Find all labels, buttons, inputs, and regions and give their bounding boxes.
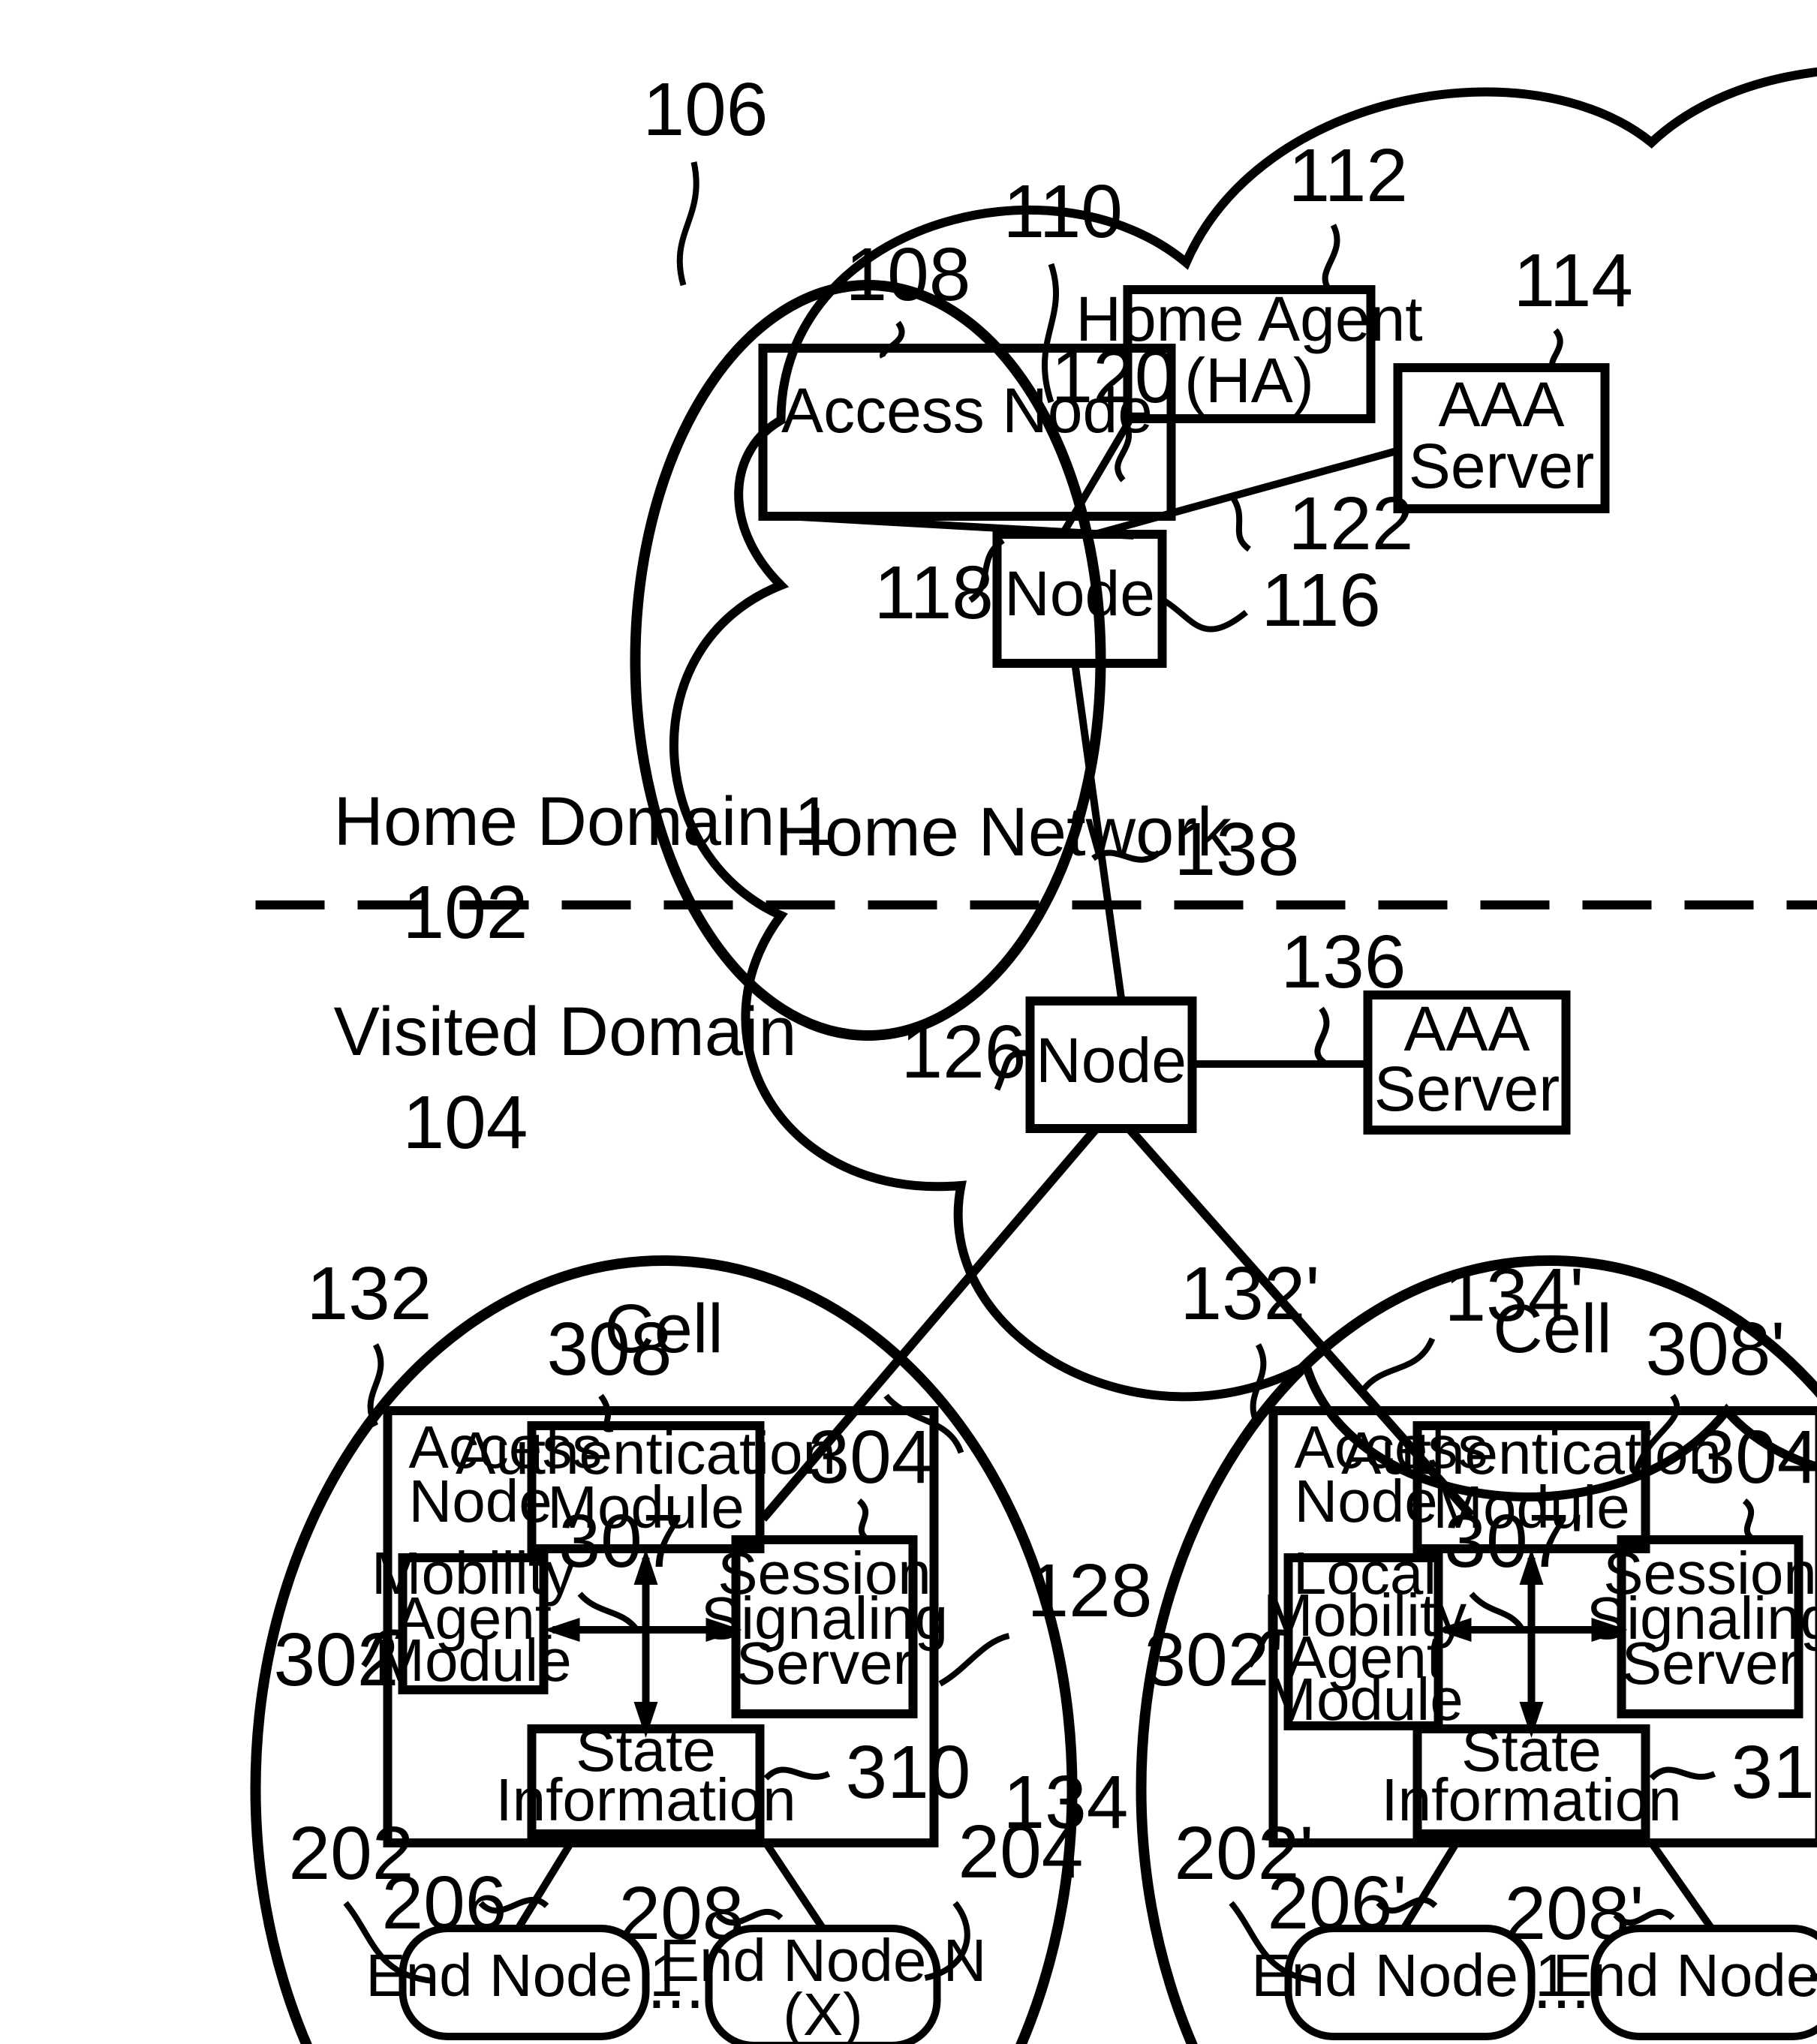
ref-134p: 134' — [1445, 1253, 1584, 1337]
ref-132: 132 — [307, 1252, 432, 1336]
ref-116: 116 — [1262, 558, 1381, 642]
leader-106 — [676, 161, 699, 287]
ref-138: 138 — [1175, 807, 1300, 891]
ref-304: 304 — [808, 1415, 934, 1499]
link-accessnode-to-en1-left — [515, 1841, 574, 1931]
leader-116 — [1162, 597, 1248, 633]
ref-307p: 307' — [1445, 1499, 1584, 1583]
lma-right-line4: Module — [1266, 1666, 1463, 1733]
ref-112: 112 — [1289, 134, 1408, 218]
home-aaa-label-line2: Server — [1409, 431, 1594, 501]
ref-126: 126 — [901, 1010, 1027, 1094]
ref-136: 136 — [1281, 920, 1406, 1004]
ref-132p: 132' — [1181, 1252, 1320, 1336]
patent-figure-2: Home Network 106 110 Access Node 108 Hom… — [0, 0, 1817, 2044]
home-domain-label: Home Domain 1 — [334, 783, 833, 860]
leader-122 — [1229, 493, 1252, 552]
ref-204: 204 — [958, 1810, 1084, 1894]
home-domain-ref-102: 102 — [403, 870, 528, 954]
link-accessnode-to-en1-right — [1400, 1841, 1460, 1931]
leader-134p — [1361, 1337, 1436, 1392]
ref-206p: 206' — [1268, 1861, 1407, 1945]
ref-302: 302 — [274, 1618, 399, 1702]
ref-308p: 308' — [1646, 1307, 1785, 1391]
home-aaa-label-line1: AAA — [1438, 369, 1564, 440]
ref-310p: 310' — [1731, 1730, 1817, 1814]
home-node-label: Node — [1004, 558, 1155, 629]
leader-112 — [1322, 224, 1340, 293]
ref-120: 120 — [1051, 335, 1177, 419]
leader-304 — [856, 1498, 871, 1543]
leader-136 — [1314, 1006, 1330, 1066]
mobility-left-line3: Module — [375, 1627, 571, 1694]
ref-310: 310 — [846, 1730, 971, 1814]
leader-307 — [577, 1592, 639, 1632]
end-node-n-label-left-line2: (X) — [783, 1981, 863, 2044]
home-agent-label-line2: (HA) — [1184, 345, 1314, 416]
ref-128: 128 — [1027, 1549, 1153, 1633]
visited-aaa-label-line2: Server — [1374, 1054, 1560, 1124]
ref-304p: 304' — [1694, 1415, 1817, 1499]
home-network-label: Home Network — [775, 794, 1232, 870]
state-left-line2: Information — [495, 1766, 796, 1833]
ref-308: 308 — [547, 1307, 672, 1391]
visited-domain-label: Visited Domain — [334, 993, 797, 1070]
visited-domain-ref-104: 104 — [403, 1081, 528, 1165]
leader-307p — [1469, 1592, 1525, 1632]
ref-108: 108 — [846, 233, 971, 317]
ref-122: 122 — [1289, 482, 1414, 566]
session-right-line3: Server — [1622, 1630, 1799, 1697]
link-accessnode-to-enn-right — [1648, 1841, 1715, 1931]
ref-208: 208 — [619, 1871, 745, 1955]
leader-128 — [938, 1633, 1010, 1687]
ref-208p: 208' — [1505, 1871, 1644, 1955]
state-right-line2: Information — [1381, 1766, 1681, 1833]
ref-106: 106 — [643, 68, 769, 152]
ref-302p: 302' — [1145, 1618, 1284, 1702]
session-left-line3: Server — [736, 1630, 913, 1697]
ref-110: 110 — [1003, 170, 1123, 254]
ref-206: 206 — [382, 1861, 507, 1945]
leader-304p — [1742, 1498, 1756, 1543]
ref-114: 114 — [1514, 239, 1633, 323]
ref-307: 307 — [559, 1499, 684, 1583]
visited-node-label: Node — [1036, 1025, 1187, 1096]
